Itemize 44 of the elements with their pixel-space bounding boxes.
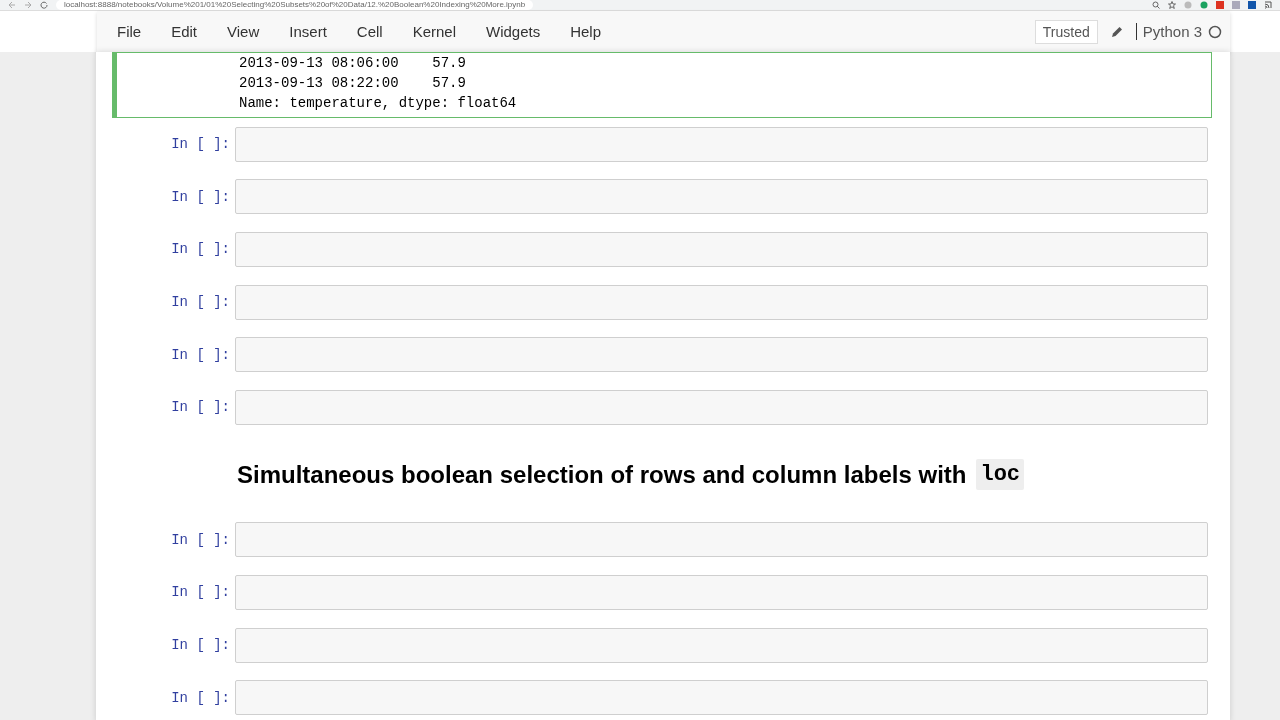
trusted-indicator[interactable]: Trusted [1034,19,1098,44]
cast-icon[interactable] [1264,1,1272,9]
output-line: 2013-09-13 08:22:00 57.9 [239,74,467,93]
kernel-name: Python 3 [1135,23,1202,40]
output-line: Name: temperature, dtype: float64 [239,94,518,113]
reload-icon[interactable] [40,1,48,9]
code-input[interactable] [235,522,1208,558]
code-input[interactable] [235,232,1208,267]
input-prompt: In [ ]: [170,136,231,153]
code-input[interactable] [235,627,1208,663]
cell-frame[interactable]: 2013-09-13 08:06:00 57.9 2013-09-13 08:22:00 57.9 Name: temperature, dtype: float64 [112,52,1212,118]
input-prompt: In [ ]: [170,241,231,258]
code-input[interactable] [235,337,1208,373]
menu-item[interactable]: Kernel [404,23,464,40]
code-input[interactable] [235,284,1208,320]
menu-item[interactable]: Widgets [478,23,549,40]
menu-item[interactable]: Help [562,23,610,40]
inline-code: loc [976,459,1025,491]
menu-item[interactable]: Edit [163,23,206,40]
input-prompt: In [ ]: [170,188,231,205]
menu-item[interactable]: Insert [281,23,335,40]
code-input[interactable] [235,574,1208,610]
menu-item[interactable]: View [219,23,268,40]
code-input[interactable] [235,126,1208,162]
code-input[interactable] [235,179,1208,215]
star-icon[interactable] [1168,1,1176,9]
code-input[interactable] [235,389,1208,425]
address-bar[interactable]: localhost:8888/notebooks/Volume%201/01%20Selecting%20Subsets%20of%20Data/12.%20Boolean%20Indexing%20More.ipynb [56,0,534,10]
menu-item[interactable]: File [109,23,150,40]
input-prompt: In [ ]: [170,346,231,363]
menu-item[interactable]: Cell [348,23,391,40]
input-prompt: In [ ]: [170,637,231,654]
forward-icon[interactable] [24,1,32,9]
section-heading: Simultaneous boolean selection of rows and column labels with [237,460,967,489]
code-input[interactable] [235,680,1208,716]
input-prompt: In [ ]: [170,399,231,416]
input-prompt: In [ ]: [170,294,231,311]
output-line: 2013-09-13 08:06:00 57.9 [239,54,467,73]
input-prompt: In [ ]: [170,689,231,706]
input-prompt: In [ ]: [170,584,231,601]
zoom-icon[interactable] [1152,1,1160,9]
pencil-icon[interactable] [1109,24,1124,39]
input-prompt: In [ ]: [170,531,231,548]
back-icon[interactable] [8,1,16,9]
